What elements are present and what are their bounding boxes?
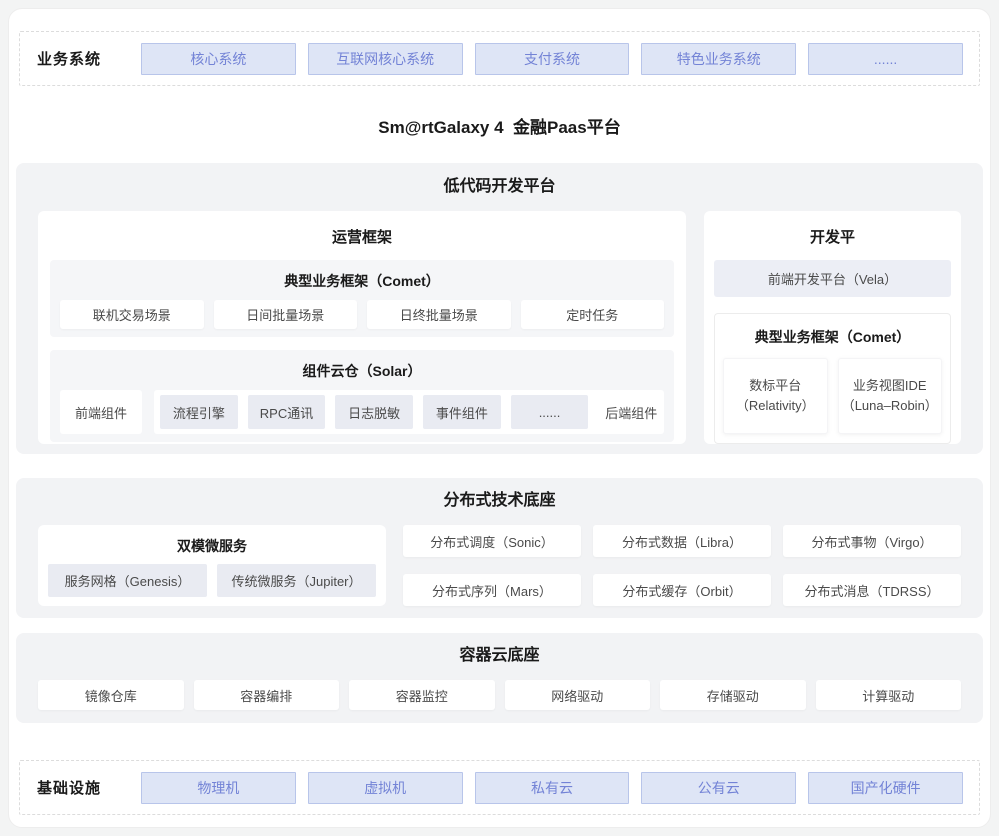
operation-framework-card: 运营框架 典型业务框架（Comet） 联机交易场景 日间批量场景 日终批量场景 …	[38, 211, 686, 444]
architecture-diagram-page: 业务系统 核心系统 互联网核心系统 支付系统 特色业务系统 ...... Sm@…	[8, 8, 991, 828]
business-system-core: 核心系统	[141, 43, 296, 75]
storage-driver: 存储驱动	[660, 680, 806, 710]
business-system-payment: 支付系统	[475, 43, 630, 75]
infra-public-cloud: 公有云	[641, 772, 796, 804]
lowcode-platform-section: 低代码开发平台 运营框架 典型业务框架（Comet） 联机交易场景 日间批量场景…	[16, 163, 983, 454]
luna-robin-line1: 业务视图IDE	[853, 376, 927, 396]
dev-platform-card: 开发平 前端开发平台（Vela） 典型业务框架（Comet） 数标平台 （Rel…	[704, 211, 961, 444]
operation-framework-title: 运营框架	[50, 228, 674, 248]
relativity-data-platform: 数标平台 （Relativity）	[723, 358, 828, 434]
scenario-scheduled-task: 定时任务	[521, 300, 665, 329]
solar-component-cloud-section: 组件云仓（Solar） 前端组件 流程引擎 RPC通讯 日志脱敏 事件组件 ..…	[50, 350, 674, 442]
chip-log-masking: 日志脱敏	[335, 395, 413, 429]
comet-scenario-row: 联机交易场景 日间批量场景 日终批量场景 定时任务	[60, 300, 664, 329]
luna-robin-business-view-ide: 业务视图IDE （Luna–Robin）	[838, 358, 943, 434]
page-title: Sm@rtGalaxy 4 金融Paas平台	[19, 117, 980, 138]
comet-business-framework-title: 典型业务框架（Comet）	[60, 272, 664, 290]
dev-comet-framework-title: 典型业务框架（Comet）	[723, 328, 942, 346]
lowcode-columns: 运营框架 典型业务框架（Comet） 联机交易场景 日间批量场景 日终批量场景 …	[38, 211, 961, 444]
container-base-title: 容器云底座	[38, 645, 961, 667]
business-systems-boxes: 核心系统 互联网核心系统 支付系统 特色业务系统 ......	[141, 43, 963, 75]
infra-physical-machine: 物理机	[141, 772, 296, 804]
scenario-endofday-batch: 日终批量场景	[367, 300, 511, 329]
distributed-base-row: 双模微服务 服务网格（Genesis） 传统微服务（Jupiter） 分布式调度…	[38, 525, 961, 606]
business-system-more: ......	[808, 43, 963, 75]
chip-event-component: 事件组件	[423, 395, 501, 429]
infra-private-cloud: 私有云	[475, 772, 630, 804]
container-monitoring: 容器监控	[349, 680, 495, 710]
sonic-distributed-scheduling: 分布式调度（Sonic）	[403, 525, 581, 557]
tdrss-distributed-message: 分布式消息（TDRSS）	[783, 574, 961, 606]
chip-more-components: ......	[511, 395, 589, 429]
relativity-line2: （Relativity）	[736, 396, 815, 416]
dual-mode-microservice-card: 双模微服务 服务网格（Genesis） 传统微服务（Jupiter）	[38, 525, 386, 606]
business-system-special: 特色业务系统	[641, 43, 796, 75]
genesis-service-mesh: 服务网格（Genesis）	[48, 564, 207, 597]
solar-component-row: 前端组件 流程引擎 RPC通讯 日志脱敏 事件组件 ...... 后端组件	[60, 390, 664, 434]
orbit-distributed-cache: 分布式缓存（Orbit）	[593, 574, 771, 606]
dual-mode-microservice-title: 双模微服务	[48, 537, 376, 555]
frontend-component-box: 前端组件	[60, 390, 142, 434]
distributed-base-title: 分布式技术底座	[38, 490, 961, 512]
business-system-internet-core: 互联网核心系统	[308, 43, 463, 75]
distributed-services-grid: 分布式调度（Sonic） 分布式数据（Libra） 分布式事物（Virgo） 分…	[403, 525, 961, 606]
network-driver: 网络驱动	[505, 680, 651, 710]
backend-component-label: 后端组件	[598, 403, 664, 422]
comet-business-framework-section: 典型业务框架（Comet） 联机交易场景 日间批量场景 日终批量场景 定时任务	[50, 260, 674, 337]
chip-rpc-comm: RPC通讯	[248, 395, 326, 429]
business-systems-row: 业务系统 核心系统 互联网核心系统 支付系统 特色业务系统 ......	[19, 31, 980, 86]
dev-platform-title: 开发平	[714, 228, 951, 248]
infra-domestic-hardware: 国产化硬件	[808, 772, 963, 804]
lowcode-platform-title: 低代码开发平台	[38, 176, 961, 198]
scenario-online-trade: 联机交易场景	[60, 300, 204, 329]
compute-driver: 计算驱动	[816, 680, 962, 710]
virgo-distributed-transaction: 分布式事物（Virgo）	[783, 525, 961, 557]
infrastructure-label: 基础设施	[37, 777, 141, 798]
infrastructure-boxes: 物理机 虚拟机 私有云 公有云 国产化硬件	[141, 772, 963, 804]
distributed-base-section: 分布式技术底座 双模微服务 服务网格（Genesis） 传统微服务（Jupite…	[16, 478, 983, 618]
business-systems-label: 业务系统	[37, 48, 141, 69]
infra-virtual-machine: 虚拟机	[308, 772, 463, 804]
libra-distributed-data: 分布式数据（Libra）	[593, 525, 771, 557]
dual-mode-chips-row: 服务网格（Genesis） 传统微服务（Jupiter）	[48, 564, 376, 597]
chip-process-engine: 流程引擎	[160, 395, 238, 429]
infrastructure-row: 基础设施 物理机 虚拟机 私有云 公有云 国产化硬件	[19, 760, 980, 815]
container-base-row: 镜像仓库 容器编排 容器监控 网络驱动 存储驱动 计算驱动	[38, 680, 961, 710]
dev-comet-framework-section: 典型业务框架（Comet） 数标平台 （Relativity） 业务视图IDE …	[714, 313, 951, 444]
scenario-daytime-batch: 日间批量场景	[214, 300, 358, 329]
container-base-section: 容器云底座 镜像仓库 容器编排 容器监控 网络驱动 存储驱动 计算驱动	[16, 633, 983, 723]
dev-comet-items-row: 数标平台 （Relativity） 业务视图IDE （Luna–Robin）	[723, 358, 942, 434]
vela-frontend-dev-platform: 前端开发平台（Vela）	[714, 260, 951, 297]
mars-distributed-sequence: 分布式序列（Mars）	[403, 574, 581, 606]
backend-component-strip: 流程引擎 RPC通讯 日志脱敏 事件组件 ...... 后端组件	[154, 390, 664, 434]
image-registry: 镜像仓库	[38, 680, 184, 710]
container-orchestration: 容器编排	[194, 680, 340, 710]
luna-robin-line2: （Luna–Robin）	[842, 396, 938, 416]
relativity-line1: 数标平台	[749, 376, 801, 396]
solar-component-cloud-title: 组件云仓（Solar）	[60, 362, 664, 380]
jupiter-traditional-microservice: 传统微服务（Jupiter）	[217, 564, 376, 597]
